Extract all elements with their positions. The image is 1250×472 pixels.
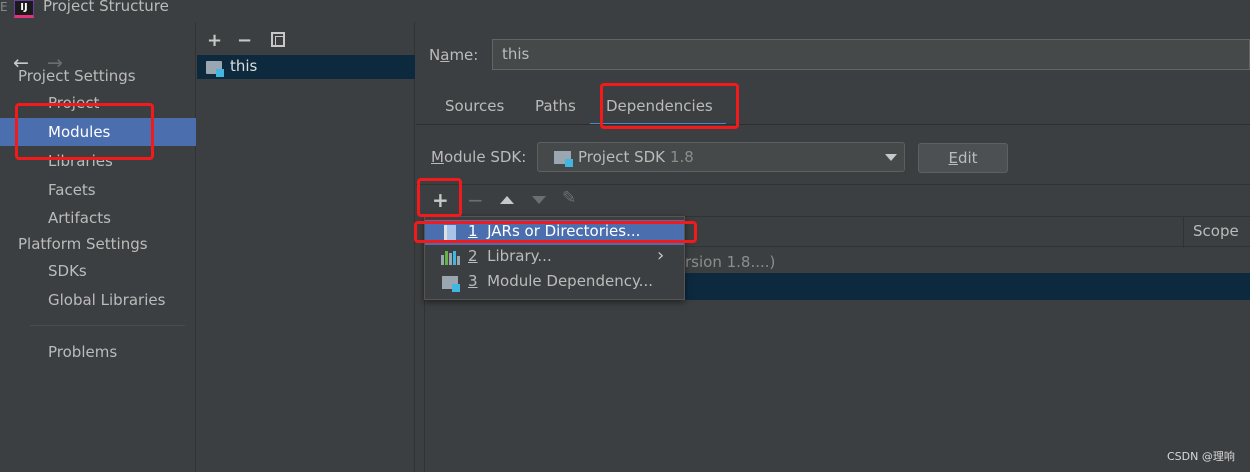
module-list-item[interactable]: this [197, 55, 415, 79]
tab-paths[interactable]: Paths [535, 97, 576, 115]
nav-item-problems[interactable]: Problems [0, 338, 196, 366]
watermark: CSDN @理响 [1167, 450, 1235, 463]
sdk-value: Project SDK [578, 148, 665, 166]
annotation-box-dependencies [600, 83, 739, 129]
project-settings-header: Project Settings [18, 67, 136, 85]
intellij-logo-icon: IJ [14, 0, 34, 18]
copy-module-icon[interactable] [271, 32, 285, 47]
nav-item-facets[interactable]: Facets [0, 176, 196, 204]
nav-item-global-libraries[interactable]: Global Libraries [0, 286, 196, 314]
table-row-sdk[interactable]: rsion 1.8....) [685, 253, 775, 271]
modules-panel: + − this [197, 22, 415, 472]
nav-item-sdks[interactable]: SDKs [0, 257, 196, 285]
move-down-icon[interactable] [532, 196, 546, 204]
platform-settings-header: Platform Settings [18, 235, 148, 253]
add-module-icon[interactable]: + [207, 30, 222, 51]
chevron-down-icon [885, 154, 897, 161]
edit-sdk-button[interactable]: Edit [918, 143, 1008, 173]
edge-char: E [0, 0, 8, 14]
sdk-version: 1.8 [670, 148, 694, 166]
menu-item-module-dependency[interactable]: 3 Module Dependency... [425, 270, 684, 295]
scope-column-header[interactable]: Scope [1193, 222, 1239, 240]
column-separator[interactable] [1183, 217, 1184, 248]
tab-sources[interactable]: Sources [445, 97, 504, 115]
module-icon [442, 276, 460, 292]
module-sdk-label: Module SDK: [431, 148, 527, 166]
remove-dependency-icon[interactable]: − [467, 188, 484, 212]
module-list-item-label: this [230, 57, 258, 75]
nav-divider [30, 325, 185, 326]
menu-item-library[interactable]: 2 Library... › [425, 245, 684, 270]
library-icon [441, 251, 460, 265]
remove-module-icon[interactable]: − [237, 30, 252, 51]
name-label: Name: [429, 46, 479, 64]
menu-item-label: 2 Library... [468, 247, 552, 265]
chevron-right-icon: › [657, 245, 665, 266]
window-title: Project Structure [43, 0, 169, 15]
annotation-box-jars [414, 221, 697, 243]
annotation-box-add [417, 178, 462, 217]
dependencies-toolbar-divider [416, 184, 1250, 185]
move-up-icon[interactable] [500, 196, 514, 204]
module-name-input[interactable]: this [492, 39, 1250, 70]
module-folder-icon [206, 61, 224, 77]
title-bar: E IJ Project Structure [0, 0, 1250, 22]
nav-item-artifacts[interactable]: Artifacts [0, 204, 196, 232]
pencil-icon[interactable]: ✎ [562, 188, 576, 208]
settings-nav: ← → Project Settings Project Modules Lib… [0, 22, 196, 472]
sdk-folder-icon [554, 151, 573, 167]
menu-item-label: 3 Module Dependency... [468, 272, 653, 290]
module-sdk-select[interactable]: Project SDK 1.8 [537, 142, 905, 172]
annotation-box-modules [15, 103, 154, 160]
